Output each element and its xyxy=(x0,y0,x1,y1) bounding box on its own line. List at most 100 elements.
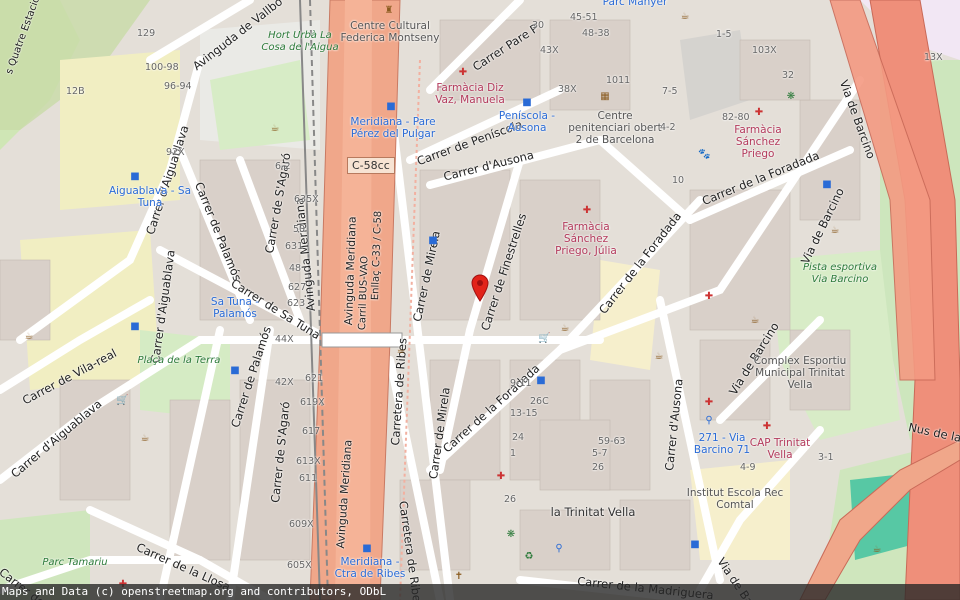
house-number: 10 xyxy=(672,175,685,186)
cafe-icon[interactable]: ☕ xyxy=(140,434,150,444)
recycling-icon[interactable]: ♻ xyxy=(524,552,534,562)
house-number: 9-11 xyxy=(510,378,532,389)
cafe-icon[interactable]: ☕ xyxy=(680,12,690,22)
place-la-trinitat-vella: la Trinitat Vella xyxy=(550,505,636,519)
location-pin-icon[interactable] xyxy=(471,274,489,302)
transit-aiguablava-sa-tuna[interactable]: Aiguablava - Sa Tuna xyxy=(105,185,195,209)
road-shield-c58cc: C-58cc xyxy=(347,157,395,174)
bicycle-icon[interactable]: ⚲ xyxy=(704,416,714,426)
house-number: 48-38 xyxy=(582,28,610,39)
house-number: 129 xyxy=(137,28,156,39)
pharmacy-icon[interactable]: ✚ xyxy=(496,472,506,482)
green-placa-terra: Plaça de la Terra xyxy=(137,355,221,366)
map-attribution[interactable]: Maps and Data (c) openstreetmap.org and … xyxy=(0,584,960,600)
house-number: 1-5 xyxy=(716,29,732,40)
bus-stop-icon[interactable]: ■ xyxy=(822,180,832,190)
cafe-icon[interactable]: ☕ xyxy=(396,346,406,356)
bus-stop-icon[interactable]: ■ xyxy=(362,544,372,554)
cafe-icon[interactable]: ☕ xyxy=(750,316,760,326)
house-number: 605X xyxy=(287,560,312,571)
place-of-worship-icon[interactable]: ✝ xyxy=(454,572,464,582)
house-number: 30 xyxy=(532,20,545,31)
shop-icon[interactable]: 🛒 xyxy=(116,396,128,406)
house-number: 48 xyxy=(289,263,302,274)
house-number: 12B xyxy=(66,86,85,97)
house-number: 4-9 xyxy=(740,462,756,473)
prison-icon[interactable]: ▦ xyxy=(600,92,610,102)
theatre-icon[interactable]: ♜ xyxy=(384,6,394,16)
cafe-icon[interactable]: ☕ xyxy=(270,124,280,134)
house-number: 24 xyxy=(512,432,525,443)
playground-icon[interactable]: ❋ xyxy=(786,92,796,102)
house-number: 26C xyxy=(530,396,549,407)
house-number: 4-2 xyxy=(660,122,676,133)
house-number: 43X xyxy=(540,45,559,56)
bus-stop-icon[interactable]: ■ xyxy=(428,236,438,246)
bus-stop-icon[interactable]: ■ xyxy=(230,366,240,376)
house-number: 627 xyxy=(288,282,307,293)
poi-farmacia-sanchez-julia[interactable]: Farmàcia Sánchez Priego, Júlia xyxy=(546,221,626,257)
bicycle-icon[interactable]: ⚲ xyxy=(554,544,564,554)
house-number: 100-98 xyxy=(145,62,179,73)
bus-stop-icon[interactable]: ■ xyxy=(690,540,700,550)
veterinary-icon[interactable]: 🐾 xyxy=(698,150,710,160)
house-number: 82-80 xyxy=(722,112,750,123)
house-number: 103X xyxy=(752,45,777,56)
house-number: 617 xyxy=(302,426,321,437)
pharmacy-icon[interactable]: ✚ xyxy=(754,108,764,118)
house-number: 635X xyxy=(294,194,319,205)
poi-parc-manyer[interactable]: Parc Manyer xyxy=(590,0,680,8)
house-number: 59-63 xyxy=(598,436,626,447)
house-number: 623 xyxy=(287,298,306,309)
poi-farmacia-sanchez-priego[interactable]: Farmàcia Sánchez Priego xyxy=(718,124,798,160)
transit-meridiana-ctra-ribes[interactable]: Meridiana - Ctra de Ribes xyxy=(330,556,410,580)
transit-meridiana-pare-perez[interactable]: Meridiana - Pare Pérez del Pulgar xyxy=(348,116,438,140)
house-number: 50 xyxy=(293,224,306,235)
green-hort-urba: Hort Urbà La Cosa de l'Aigua xyxy=(261,30,339,53)
house-number: 619X xyxy=(300,397,325,408)
cafe-icon[interactable]: ☕ xyxy=(24,332,34,342)
pharmacy-icon[interactable]: ✚ xyxy=(582,206,592,216)
map-view[interactable]: C-58cc Carrer Pare P Carrer de Peníscola… xyxy=(0,0,960,600)
house-number: 32 xyxy=(782,70,795,81)
house-number: 13-15 xyxy=(510,408,538,419)
transit-peniscola-ausona[interactable]: Peníscola - Ausona xyxy=(492,110,562,134)
house-number: 3-1 xyxy=(818,452,834,463)
bus-stop-icon[interactable]: ■ xyxy=(522,98,532,108)
bus-stop-icon[interactable]: ■ xyxy=(386,102,396,112)
house-number: 609X xyxy=(289,519,314,530)
house-number: 44X xyxy=(275,334,294,345)
green-parc-tamariu: Parc Tamariu xyxy=(42,557,108,568)
cafe-icon[interactable]: ☕ xyxy=(830,226,840,236)
transit-sa-tuna-palamos[interactable]: Sa Tuna - Palamós xyxy=(195,296,275,320)
house-number: 631 xyxy=(285,241,304,252)
bus-stop-icon[interactable]: ■ xyxy=(130,322,140,332)
poi-farmacia-diz[interactable]: Farmàcia Diz Vaz, Manuela xyxy=(430,82,510,106)
pharmacy-icon[interactable]: ✚ xyxy=(458,68,468,78)
house-number: 1011 xyxy=(606,75,631,86)
playground-icon[interactable]: ❋ xyxy=(506,530,516,540)
bus-stop-icon[interactable]: ■ xyxy=(130,172,140,182)
house-number: 26 xyxy=(504,494,517,505)
poi-centre-cultural[interactable]: Centre Cultural Federica Montseny xyxy=(340,20,440,44)
house-number: 45-51 xyxy=(570,12,598,23)
pharmacy-icon[interactable]: ✚ xyxy=(704,398,714,408)
poi-institut[interactable]: Institut Escola Rec Comtal xyxy=(685,487,785,511)
cafe-icon[interactable]: ☕ xyxy=(560,324,570,334)
house-number: 6-2 xyxy=(275,161,291,172)
poi-complex-esportiu[interactable]: Complex Esportiu Municipal Trinitat Vell… xyxy=(750,355,850,391)
cafe-icon[interactable]: ☕ xyxy=(872,545,882,555)
cafe-icon[interactable]: ☕ xyxy=(654,352,664,362)
house-number: 5-7 xyxy=(592,448,608,459)
hospital-icon[interactable]: ✚ xyxy=(762,422,772,432)
shop-icon[interactable]: 🛒 xyxy=(538,334,550,344)
house-number: 13X xyxy=(924,52,943,63)
bus-stop-icon[interactable]: ■ xyxy=(536,376,546,386)
poi-cap-trinitat[interactable]: CAP Trinitat Vella xyxy=(740,437,820,461)
house-number: 42X xyxy=(275,377,294,388)
poi-centre-penitenciari[interactable]: Centre penitenciari obert 2 de Barcelona xyxy=(565,110,665,146)
house-number: 611 xyxy=(299,473,318,484)
pharmacy-icon[interactable]: ✚ xyxy=(704,292,714,302)
green-pista-esportiva: Pista esportiva Via Barcino xyxy=(803,262,877,285)
transit-via-barcino-271[interactable]: 271 - Via Barcino 71 xyxy=(692,432,752,456)
